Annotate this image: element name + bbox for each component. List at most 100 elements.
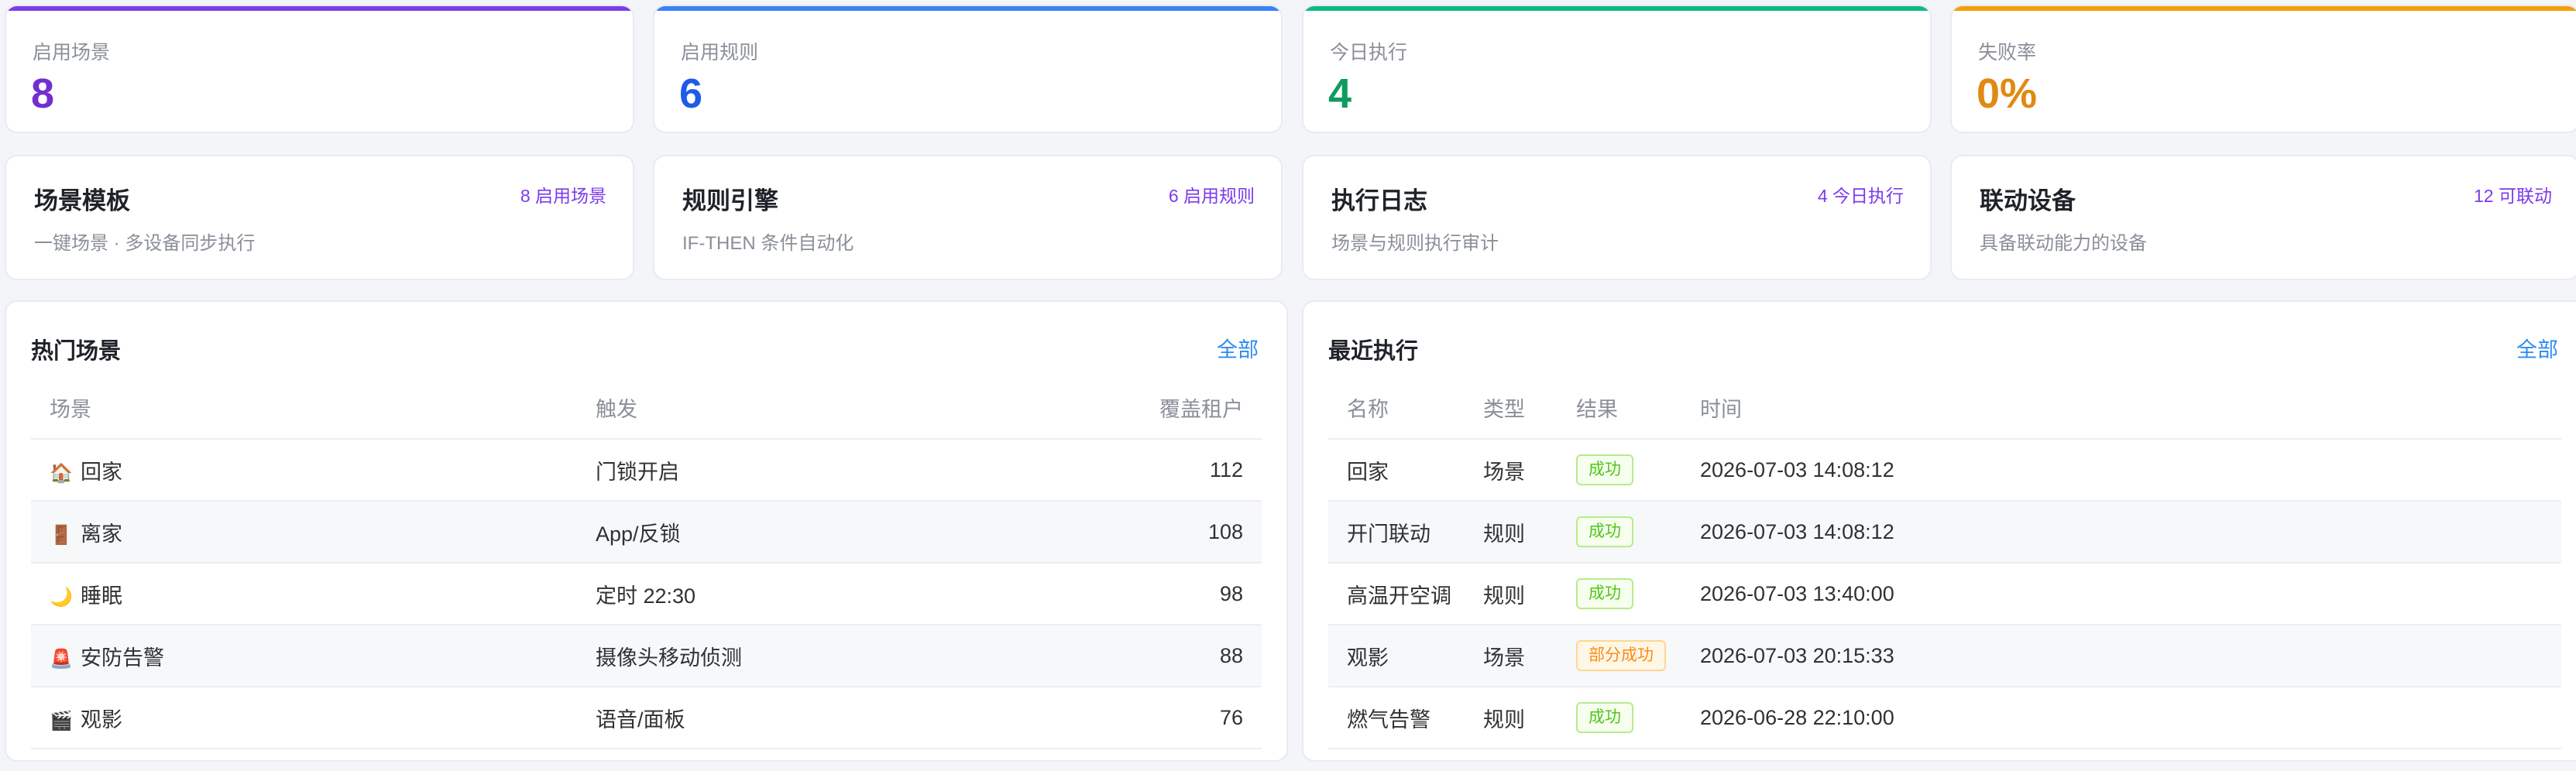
run-type-cell: 规则 (1483, 708, 1525, 732)
module-card-execution-log[interactable]: 执行日志 4 今日执行 场景与规则执行审计 (1302, 155, 1932, 280)
table-row[interactable]: 燃气告警 规则 成功 2026-06-28 22:10:00 (1328, 687, 2561, 749)
run-result-cell: 成功 (1576, 454, 1700, 485)
stat-label: 启用场景 (33, 42, 111, 63)
column-header-type: 类型 (1483, 397, 1525, 421)
run-time-cell: 2026-07-03 13:40:00 (1700, 581, 1894, 605)
table-row[interactable]: 开门联动 规则 成功 2026-07-03 14:08:12 (1328, 502, 2561, 564)
table-row[interactable]: 🏠 回家 门锁开启 112 (31, 440, 1262, 502)
tenants-cell: 98 (1219, 581, 1243, 605)
stat-card-today-runs: 今日执行 4 (1302, 5, 1932, 133)
trigger-cell: 门锁开启 (596, 460, 679, 484)
run-type-cell: 场景 (1483, 460, 1525, 484)
module-description: IF-THEN 条件自动化 (682, 233, 854, 254)
trigger-cell: 语音/面板 (596, 708, 685, 732)
column-header-time: 时间 (1700, 397, 1742, 421)
run-time-cell: 2026-07-03 20:15:33 (1700, 643, 1894, 667)
module-title: 场景模板 (34, 187, 130, 214)
stat-card-enabled-scenes: 启用场景 8 (5, 5, 634, 133)
hot-scenes-table: 场景 触发 覆盖租户 🏠 回家 门锁开启 112 🚪 离家 App/反锁 108 🌙 睡眠 定时 2… (31, 376, 1262, 749)
trigger-cell: 摄像头移动侦测 (596, 646, 742, 670)
run-type-cell: 规则 (1483, 522, 1525, 546)
module-badge: 8 启用场景 (520, 186, 606, 206)
table-row[interactable]: 🌙 睡眠 定时 22:30 98 (31, 564, 1262, 625)
panel-title: 热门场景 (31, 339, 122, 364)
column-header-name: 名称 (1347, 397, 1389, 421)
stat-accent-bar (1952, 6, 2576, 11)
column-header-scene: 场景 (50, 397, 91, 421)
stat-label: 失败率 (1978, 42, 2037, 63)
run-time-cell: 2026-06-28 22:10:00 (1700, 705, 1894, 729)
run-result-cell: 成功 (1576, 702, 1700, 733)
tenants-cell: 108 (1207, 519, 1243, 543)
run-result-cell: 成功 (1576, 516, 1700, 547)
scene-cell: 🚪 离家 (31, 517, 596, 547)
stat-label: 启用规则 (681, 42, 759, 63)
module-card-rule-engine[interactable]: 规则引擎 6 启用规则 IF-THEN 条件自动化 (653, 155, 1283, 280)
table-row[interactable]: 🚪 离家 App/反锁 108 (31, 502, 1262, 564)
home-icon: 🏠 (50, 462, 73, 484)
stat-card-enabled-rules: 启用规则 6 (653, 5, 1283, 133)
view-all-link[interactable]: 全部 (2516, 333, 2558, 363)
scene-name: 回家 (81, 460, 122, 484)
status-badge: 成功 (1576, 578, 1633, 609)
run-name-cell: 燃气告警 (1347, 708, 1431, 732)
table-row[interactable]: 高温开空调 规则 成功 2026-07-03 13:40:00 (1328, 564, 2561, 625)
panel-title: 最近执行 (1328, 339, 1419, 364)
run-name-cell: 开门联动 (1347, 522, 1431, 546)
recent-runs-panel: 最近执行 全部 名称 类型 结果 时间 回家 场景 成功 2026-07-03 14:… (1302, 300, 2576, 762)
recent-runs-table: 名称 类型 结果 时间 回家 场景 成功 2026-07-03 14:08:12 开门联… (1328, 376, 2561, 749)
status-badge: 部分成功 (1576, 640, 1666, 671)
table-header: 名称 类型 结果 时间 (1328, 376, 2561, 440)
table-row[interactable]: 🎬 观影 语音/面板 76 (31, 687, 1262, 749)
module-description: 一键场景 · 多设备同步执行 (34, 233, 256, 254)
scene-name: 睡眠 (81, 584, 122, 608)
stat-accent-bar (1303, 6, 1930, 11)
moon-icon: 🌙 (50, 586, 73, 608)
scene-cell: 🌙 睡眠 (31, 579, 596, 609)
status-badge: 成功 (1576, 454, 1633, 485)
clapper-icon: 🎬 (50, 710, 73, 732)
module-badge: 4 今日执行 (1817, 186, 1904, 206)
run-result-cell: 部分成功 (1576, 640, 1700, 671)
status-badge: 成功 (1576, 702, 1633, 733)
scene-name: 观影 (81, 708, 122, 732)
run-time-cell: 2026-07-03 14:08:12 (1700, 457, 1894, 481)
run-time-cell: 2026-07-03 14:08:12 (1700, 519, 1894, 543)
trigger-cell: 定时 22:30 (596, 584, 696, 608)
stat-value: 4 (1328, 70, 1352, 117)
scene-cell: 🏠 回家 (31, 455, 596, 485)
module-title: 规则引擎 (682, 187, 778, 214)
module-badge: 6 启用规则 (1168, 186, 1255, 206)
column-header-result: 结果 (1576, 397, 1618, 421)
table-row[interactable]: 回家 场景 成功 2026-07-03 14:08:12 (1328, 440, 2561, 502)
module-description: 场景与规则执行审计 (1331, 233, 1499, 254)
stat-card-failure-rate: 失败率 0% (1950, 5, 2576, 133)
trigger-cell: App/反锁 (596, 522, 681, 546)
status-badge: 成功 (1576, 516, 1633, 547)
stat-label: 今日执行 (1330, 42, 1408, 63)
stat-value: 0% (1977, 70, 2038, 117)
table-row[interactable]: 观影 场景 部分成功 2026-07-03 20:15:33 (1328, 625, 2561, 687)
scene-name: 安防告警 (81, 646, 164, 670)
module-title: 执行日志 (1331, 187, 1427, 214)
run-result-cell: 成功 (1576, 578, 1700, 609)
module-title: 联动设备 (1980, 187, 2076, 214)
tenants-cell: 76 (1219, 705, 1243, 729)
column-header-tenants: 覆盖租户 (1159, 397, 1243, 421)
siren-icon: 🚨 (50, 648, 73, 670)
scene-name: 离家 (81, 522, 122, 546)
run-name-cell: 高温开空调 (1347, 584, 1451, 608)
scene-cell: 🎬 观影 (31, 703, 596, 733)
hot-scenes-panel: 热门场景 全部 场景 触发 覆盖租户 🏠 回家 门锁开启 112 🚪 离家 App/反锁 10… (5, 300, 1288, 762)
module-badge: 12 可联动 (2474, 186, 2552, 206)
run-type-cell: 场景 (1483, 646, 1525, 670)
tenants-cell: 112 (1209, 457, 1243, 481)
column-header-trigger: 触发 (596, 397, 637, 421)
stat-accent-bar (6, 6, 633, 11)
module-card-linked-devices[interactable]: 联动设备 12 可联动 具备联动能力的设备 (1950, 155, 2576, 280)
view-all-link[interactable]: 全部 (1217, 333, 1259, 363)
module-card-scene-templates[interactable]: 场景模板 8 启用场景 一键场景 · 多设备同步执行 (5, 155, 634, 280)
table-header: 场景 触发 覆盖租户 (31, 376, 1262, 440)
stat-value: 8 (31, 70, 55, 117)
table-row[interactable]: 🚨 安防告警 摄像头移动侦测 88 (31, 625, 1262, 687)
